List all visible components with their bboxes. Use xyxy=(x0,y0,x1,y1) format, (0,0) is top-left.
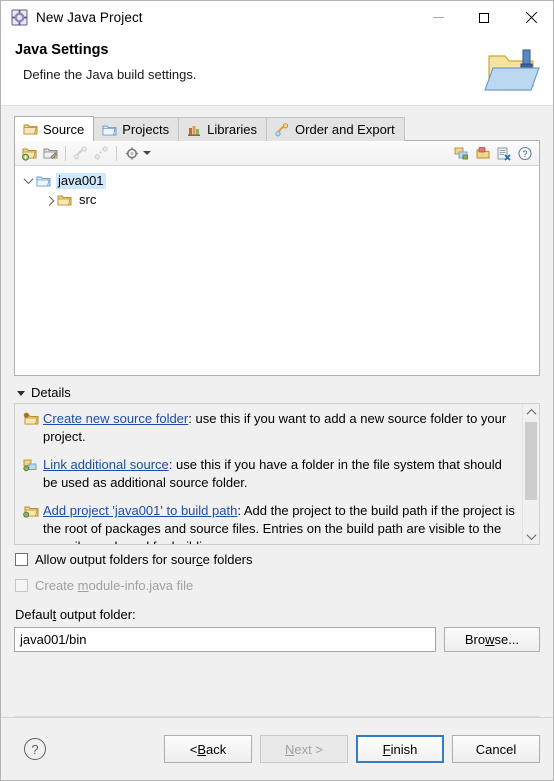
link-source-icon[interactable] xyxy=(70,143,91,163)
link-additional-source-icon xyxy=(23,458,39,472)
add-project-to-build-path-link[interactable]: Add project 'java001' to build path xyxy=(43,503,237,518)
tab-libraries-label: Libraries xyxy=(207,122,258,137)
java-build-folder-icon xyxy=(483,42,543,100)
page-title: Java Settings xyxy=(15,42,109,58)
default-output-folder-input[interactable]: java001/bin xyxy=(14,627,436,652)
add-project-build-path-icon xyxy=(23,504,39,518)
project-folder-icon xyxy=(36,174,52,188)
detail-add-project-to-build-path: Add project 'java001' to build path: Add… xyxy=(21,502,516,544)
tree-toolbar: ? xyxy=(15,141,539,166)
tab-projects-label: Projects xyxy=(122,122,170,137)
allow-output-folders-checkbox[interactable] xyxy=(15,553,28,566)
default-output-folder-value: java001/bin xyxy=(20,632,87,647)
tab-order-and-export-label: Order and Export xyxy=(295,122,395,137)
tree-row[interactable]: src xyxy=(15,190,539,209)
chevron-down-icon[interactable] xyxy=(143,151,151,155)
details-content: Create new source folder: use this if yo… xyxy=(15,404,522,544)
window-title: New Java Project xyxy=(36,10,143,25)
libraries-icon xyxy=(187,123,202,137)
allow-output-folders-checkbox-row[interactable]: Allow output folders for source folders xyxy=(14,548,540,571)
finish-button[interactable]: Finish xyxy=(356,735,444,763)
order-export-icon xyxy=(275,122,290,137)
unlink-source-icon[interactable] xyxy=(91,143,112,163)
title-bar: New Java Project xyxy=(1,1,553,34)
configure-gear-icon[interactable] xyxy=(121,143,142,163)
minimize-icon[interactable] xyxy=(415,1,461,34)
tree-row[interactable]: java001 xyxy=(15,171,539,190)
create-source-folder-icon xyxy=(23,412,39,426)
detail-text: Create new source folder: use this if yo… xyxy=(43,410,516,446)
link-additional-source-link[interactable]: Link additional source xyxy=(43,457,169,472)
collapse-all-icon[interactable] xyxy=(451,143,472,163)
tree-node-label[interactable]: java001 xyxy=(56,172,106,189)
scroll-down-icon[interactable] xyxy=(523,528,539,544)
dialog-footer: ? < Back Next > Finish Cancel xyxy=(1,717,553,780)
java-project-icon xyxy=(11,9,28,26)
build-path-tree[interactable]: java001 src xyxy=(15,166,539,375)
tab-projects[interactable]: Projects xyxy=(93,117,180,141)
detail-create-new-source-folder: Create new source folder: use this if yo… xyxy=(21,410,516,446)
details-scrollbar[interactable] xyxy=(522,404,539,544)
create-module-info-checkbox-row[interactable]: Create module-info.java file xyxy=(14,574,540,597)
tab-source[interactable]: Source xyxy=(14,116,95,141)
toolbar-help-icon[interactable]: ? xyxy=(514,143,535,163)
add-folder-icon[interactable] xyxy=(19,143,40,163)
scroll-up-icon[interactable] xyxy=(523,404,539,420)
detail-text: Link additional source: use this if you … xyxy=(43,456,516,492)
page-description: Define the Java build settings. xyxy=(23,67,197,82)
dialog-body: Source Projects Libraries Order and Expo… xyxy=(1,106,553,717)
chevron-right-icon[interactable] xyxy=(41,192,57,208)
remove-entry-icon[interactable] xyxy=(493,143,514,163)
dialog-header: Java Settings Define the Java build sett… xyxy=(1,34,553,106)
add-existing-icon[interactable] xyxy=(472,143,493,163)
projects-icon xyxy=(102,123,117,137)
new-java-project-dialog: New Java Project Java Settings Define th… xyxy=(0,0,554,781)
detail-link-additional-source: Link additional source: use this if you … xyxy=(21,456,516,492)
chevron-down-icon[interactable] xyxy=(20,173,36,189)
default-output-folder-label: Default output folder: xyxy=(15,607,136,622)
scrollbar-track[interactable] xyxy=(523,420,539,528)
toolbar-separator xyxy=(65,145,66,161)
details-section-toggle[interactable]: Details xyxy=(14,381,540,403)
toolbar-separator-2 xyxy=(116,145,117,161)
build-path-panel: ? java001 src xyxy=(14,140,540,376)
next-button[interactable]: Next > xyxy=(260,735,348,763)
window-controls xyxy=(415,1,553,34)
default-output-folder-row: java001/bin Bro w se... xyxy=(14,627,540,652)
source-folder-icon xyxy=(57,193,73,207)
allow-output-folders-label: Allow output folders for source folders xyxy=(35,552,253,567)
svg-text:?: ? xyxy=(522,149,527,159)
cancel-button[interactable]: Cancel xyxy=(452,735,540,763)
tree-node-label[interactable]: src xyxy=(77,192,98,208)
maximize-icon[interactable] xyxy=(461,1,507,34)
details-label: Details xyxy=(31,384,71,400)
tab-bar: Source Projects Libraries Order and Expo… xyxy=(14,116,540,141)
triangle-down-icon xyxy=(17,390,25,396)
tab-order-and-export[interactable]: Order and Export xyxy=(266,117,405,141)
back-button[interactable]: < Back xyxy=(164,735,252,763)
create-new-source-folder-link[interactable]: Create new source folder xyxy=(43,411,188,426)
browse-button[interactable]: Bro w se... xyxy=(444,627,540,652)
tab-source-label: Source xyxy=(43,121,85,137)
tab-libraries[interactable]: Libraries xyxy=(178,117,268,141)
edit-folder-icon[interactable] xyxy=(40,143,61,163)
detail-text: Add project 'java001' to build path: Add… xyxy=(43,502,516,544)
close-icon[interactable] xyxy=(507,1,553,34)
help-icon[interactable]: ? xyxy=(24,738,46,760)
scrollbar-thumb[interactable] xyxy=(525,422,537,500)
details-panel: Create new source folder: use this if yo… xyxy=(14,403,540,545)
create-module-info-label: Create module-info.java file xyxy=(35,578,194,593)
create-module-info-checkbox[interactable] xyxy=(15,579,28,592)
source-folder-icon xyxy=(23,122,38,136)
